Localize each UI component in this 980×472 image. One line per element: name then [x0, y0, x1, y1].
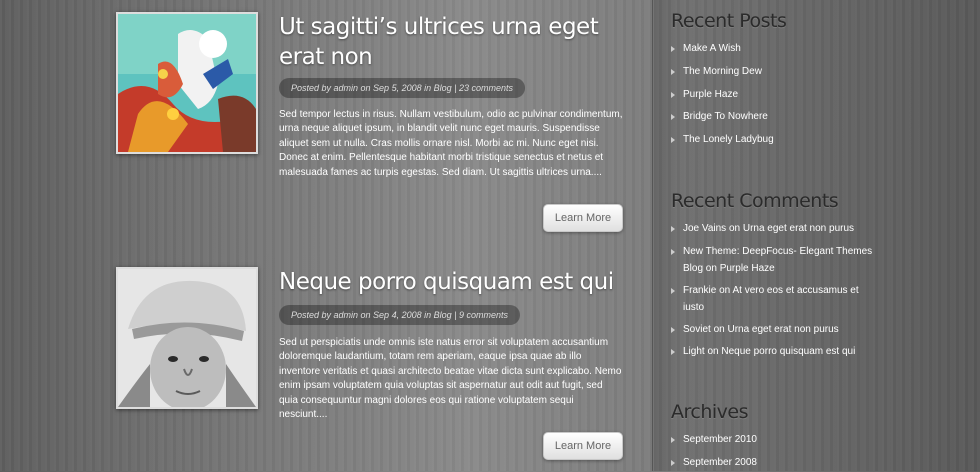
recent-comments-heading: Recent Comments — [671, 190, 839, 212]
post-2-learn-more-button[interactable]: Learn More — [543, 432, 623, 460]
recent-post-link[interactable]: Purple Haze — [671, 87, 873, 104]
recent-comment-link[interactable]: New Theme: DeepFocus- Elegant Themes Blo… — [671, 244, 873, 277]
post-1-image — [118, 14, 256, 152]
post-1: Ut sagitti’s ultrices urna eget erat non… — [116, 12, 636, 237]
post-2-title[interactable]: Neque porro quisquam est qui — [279, 267, 639, 297]
recent-comment-link[interactable]: Frankie on At vero eos et accusamus et i… — [671, 283, 873, 316]
archive-link[interactable]: September 2010 — [671, 432, 873, 449]
post-2-excerpt: Sed ut perspiciatis unde omnis iste natu… — [279, 337, 622, 421]
recent-post-link[interactable]: Bridge To Nowhere — [671, 109, 873, 126]
post-2: Neque porro quisquam est qui Posted by a… — [116, 267, 636, 467]
post-1-excerpt: Sed tempor lectus in risus. Nullam vesti… — [279, 109, 623, 178]
recent-posts-widget: Recent Posts Make A Wish The Morning Dew… — [671, 10, 971, 170]
recent-comments-widget: Recent Comments Joe Vains on Urna eget e… — [671, 190, 971, 380]
recent-post-link[interactable]: The Morning Dew — [671, 64, 873, 81]
recent-comment-link[interactable]: Joe Vains on Urna eget erat non purus — [671, 221, 873, 238]
post-2-image — [118, 269, 256, 407]
content-area: Ut sagitti’s ultrices urna eget erat non… — [0, 0, 652, 471]
recent-post-link[interactable]: Make A Wish — [671, 41, 873, 58]
post-1-thumbnail[interactable] — [116, 12, 258, 154]
archives-heading: Archives — [671, 401, 749, 423]
recent-post-link[interactable]: The Lonely Ladybug — [671, 132, 873, 149]
post-1-meta: Posted by admin on Sep 5, 2008 in Blog |… — [279, 78, 525, 98]
post-2-thumbnail[interactable] — [116, 267, 258, 409]
post-1-title[interactable]: Ut sagitti’s ultrices urna eget erat non — [279, 12, 639, 72]
post-2-meta: Posted by admin on Sep 4, 2008 in Blog |… — [279, 305, 520, 325]
recent-posts-heading: Recent Posts — [671, 10, 787, 32]
archive-link[interactable]: September 2008 — [671, 455, 873, 472]
recent-comment-link[interactable]: Soviet on Urna eget erat non purus — [671, 322, 873, 339]
post-1-learn-more-button[interactable]: Learn More — [543, 204, 623, 232]
archives-widget: Archives September 2010 September 2008 — [671, 401, 971, 471]
recent-comment-link[interactable]: Light on Neque porro quisquam est qui — [671, 344, 873, 361]
sidebar: Recent Posts Make A Wish The Morning Dew… — [652, 0, 980, 471]
